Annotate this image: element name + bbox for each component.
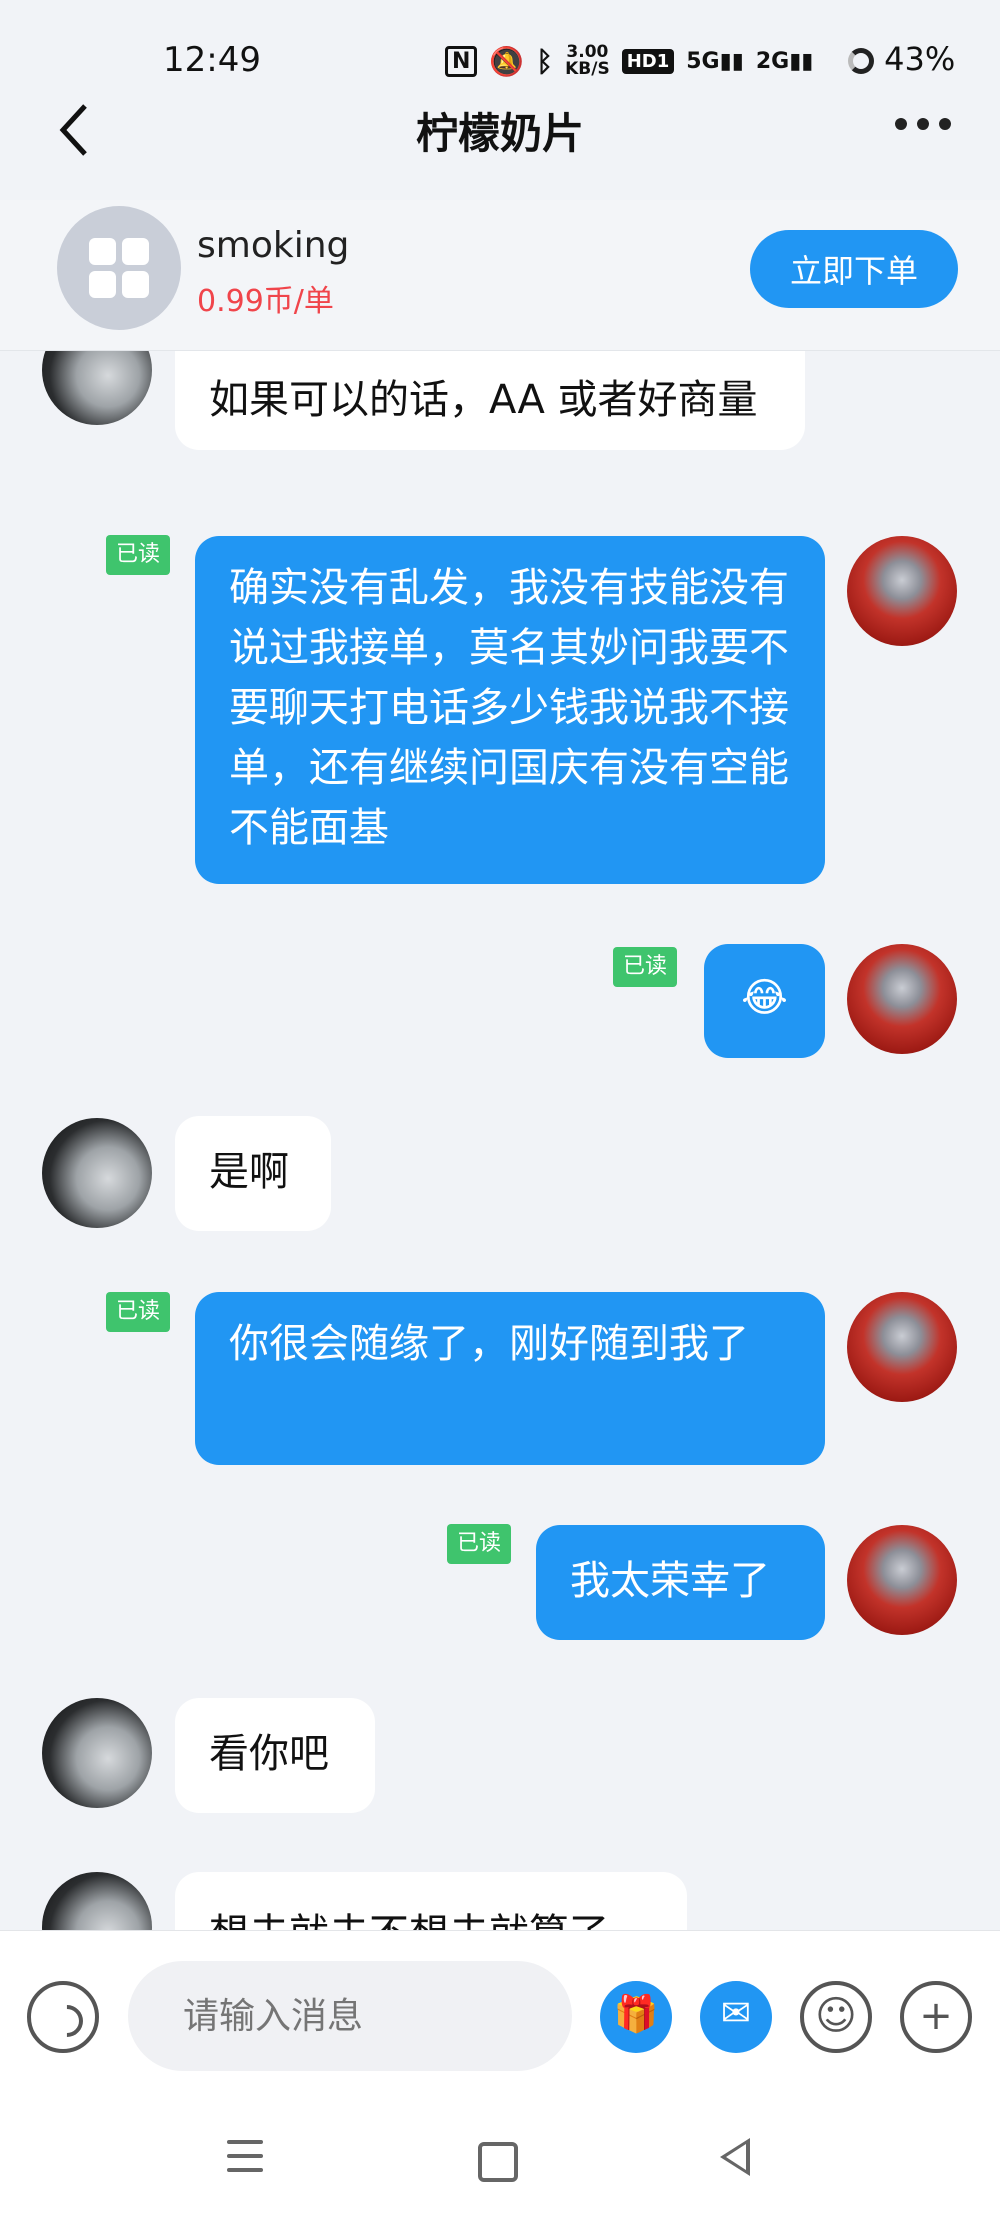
more-button[interactable] [895, 118, 951, 130]
red-packet-icon[interactable]: ✉ [700, 1981, 772, 2053]
network-speed: 3.00 KB/S [565, 44, 610, 78]
bluetooth-icon: ᛒ [536, 44, 554, 78]
speed-unit: KB/S [565, 59, 610, 79]
service-card: smoking 0.99币/单 立即下单 [0, 200, 1000, 351]
battery-percent: 43% [884, 40, 956, 78]
nav-back-icon[interactable] [720, 2138, 750, 2176]
read-badge: 已读 [106, 535, 171, 575]
message-bubble: 是啊 [175, 1116, 331, 1231]
read-badge: 已读 [447, 1524, 512, 1564]
message-bubble: 确实没有乱发，我没有技能没有说过我接单，莫名其妙问我要不要聊天打电话多少钱我说我… [195, 536, 825, 884]
order-now-button[interactable]: 立即下单 [750, 230, 958, 308]
message-bubble: 😂 [704, 944, 825, 1058]
service-name: smoking [197, 225, 350, 266]
status-icons: N 🔕 ᛒ 3.00 KB/S HD1 5G▮▮ 2G▮▮ [445, 44, 813, 78]
service-avatar[interactable] [57, 206, 181, 330]
more-icon [895, 118, 907, 130]
system-nav-bar [0, 2100, 1000, 2222]
signal-2g-icon: 2G▮▮ [755, 48, 814, 74]
avatar[interactable] [847, 1525, 957, 1635]
home-icon[interactable] [478, 2142, 518, 2182]
avatar[interactable] [847, 536, 957, 646]
mute-icon: 🔕 [489, 44, 525, 78]
message-bubble: 我太荣幸了 [536, 1525, 825, 1640]
plus-icon[interactable]: + [900, 1981, 972, 2053]
avatar[interactable] [42, 1872, 152, 1930]
battery-ring-icon [848, 48, 874, 74]
status-time: 12:49 [163, 40, 261, 80]
voice-icon[interactable] [27, 1981, 99, 2053]
battery-indicator: 43% [848, 40, 955, 78]
status-bar: 12:49 N 🔕 ᛒ 3.00 KB/S HD1 5G▮▮ 2G▮▮ 43% [0, 0, 1000, 110]
message-input[interactable] [128, 1961, 572, 2071]
emoji-icon[interactable]: ☺ [800, 1981, 872, 2053]
message-bubble: 如果可以的话，AA 或者好商量 [175, 350, 805, 450]
avatar[interactable] [42, 350, 152, 425]
signal-5g-icon: 5G▮▮ [686, 48, 744, 74]
avatar[interactable] [847, 944, 957, 1054]
avatar[interactable] [42, 1118, 152, 1228]
apps-icon [89, 238, 149, 298]
message-bubble: 看你吧 [175, 1698, 375, 1813]
read-badge: 已读 [106, 1292, 171, 1332]
read-badge: 已读 [613, 947, 678, 987]
avatar[interactable] [847, 1292, 957, 1402]
page-title: 柠檬奶片 [415, 109, 584, 158]
avatar[interactable] [42, 1698, 152, 1808]
nfc-icon: N [445, 45, 478, 77]
service-price: 0.99币/单 [197, 284, 334, 319]
message-bubble: 你很会随缘了，刚好随到我了 [195, 1292, 825, 1465]
message-bubble: 想去就去不想去就算了 [175, 1872, 687, 1930]
gift-icon[interactable]: 🎁 [600, 1981, 672, 2053]
input-bar: 🎁 ✉ ☺ + [0, 1930, 1000, 2101]
menu-icon[interactable] [227, 2140, 263, 2182]
hd-icon: HD1 [621, 48, 675, 74]
chat-area[interactable]: 如果可以的话，AA 或者好商量 已读 确实没有乱发，我没有技能没有说过我接单，莫… [0, 350, 1000, 1930]
